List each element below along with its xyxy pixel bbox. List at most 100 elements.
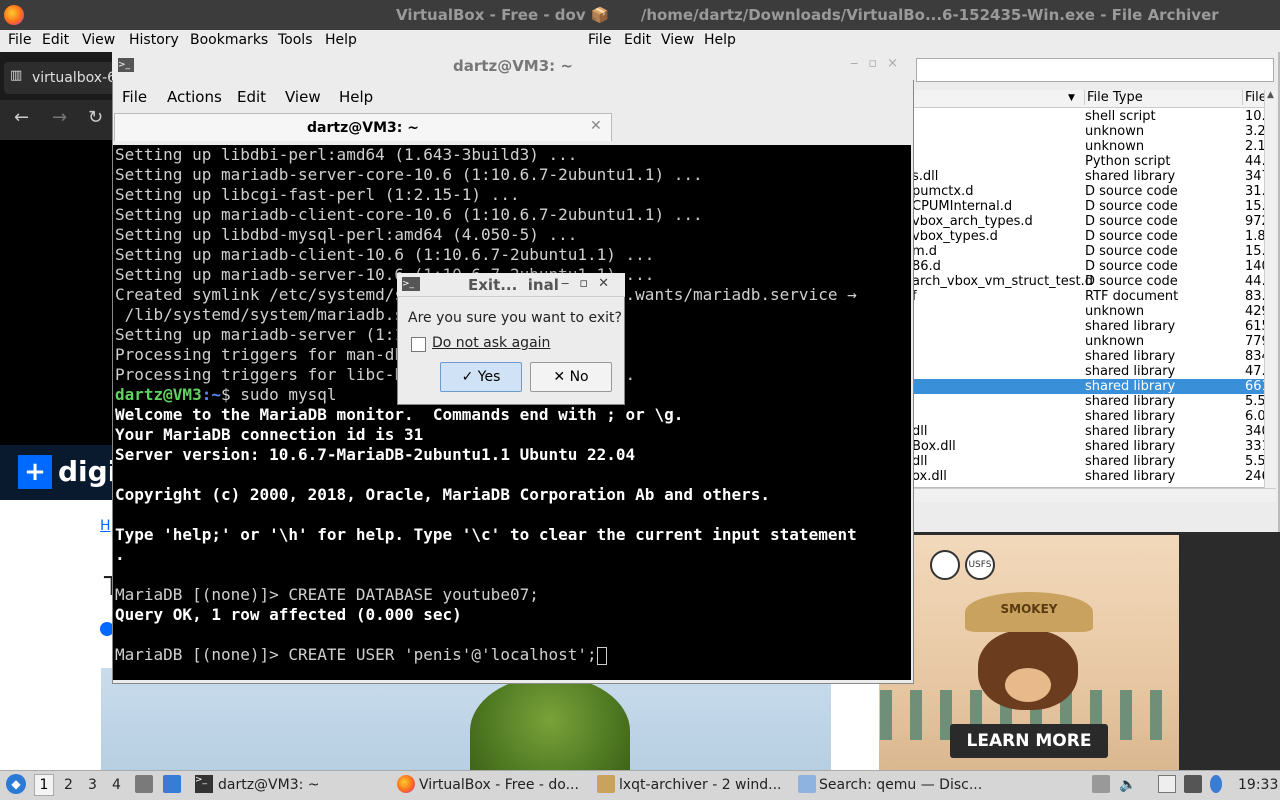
terminal-tab[interactable]: dartz@VM3: ~ bbox=[114, 113, 612, 141]
taskbar-item-search[interactable]: Search: qemu — Disc... bbox=[819, 777, 982, 793]
archiver-menu-edit[interactable]: Edit bbox=[624, 32, 651, 48]
file-type: D source code bbox=[1085, 274, 1178, 289]
archiver-row[interactable]: Box.dll shared library 331 bbox=[912, 439, 1268, 454]
terminal-icon: >_ bbox=[118, 58, 134, 72]
terminal-current-input: MariaDB [(none)]> CREATE USER 'penis'@'l… bbox=[115, 645, 597, 664]
search-icon bbox=[798, 775, 816, 793]
terminal-icon: >_ bbox=[195, 775, 213, 793]
taskbar-item-terminal[interactable]: dartz@VM3: ~ bbox=[218, 777, 320, 793]
clipboard-icon[interactable] bbox=[1158, 775, 1176, 793]
archiver-row[interactable]: arch_vbox_vm_struct_test.d D source code 4… bbox=[912, 274, 1268, 289]
archiver-row[interactable]: unknown 3.2 bbox=[912, 124, 1268, 139]
volume-icon[interactable]: 🔈 bbox=[1119, 777, 1136, 793]
show-desktop-icon[interactable] bbox=[163, 775, 181, 793]
terminal-screen[interactable]: Setting up libdbi-perl:amd64 (1.643-3bui… bbox=[113, 145, 911, 680]
firefox-menu-tools[interactable]: Tools bbox=[278, 32, 313, 48]
file-type: D source code bbox=[1085, 244, 1178, 259]
terminal-line: Setting up mariadb-server-core-10.6 (1:1… bbox=[115, 165, 703, 184]
start-menu-icon[interactable]: ◆ bbox=[6, 774, 26, 794]
notification-icon[interactable] bbox=[1210, 775, 1222, 793]
archiver-row[interactable]: ox.dll shared library 246 bbox=[912, 469, 1268, 484]
reload-icon[interactable]: ↻ bbox=[88, 107, 103, 128]
archiver-row[interactable]: 86.d D source code 140 bbox=[912, 259, 1268, 274]
firefox-menu-file[interactable]: File bbox=[8, 32, 31, 48]
file-type: shared library bbox=[1085, 379, 1176, 394]
archiver-row[interactable]: vbox_types.d D source code 1.8 bbox=[912, 229, 1268, 244]
archiver-menu-help[interactable]: Help bbox=[704, 32, 736, 48]
tab-close-icon[interactable]: ✕ bbox=[590, 118, 602, 134]
dialog-window-controls[interactable]: ‒▫✕ bbox=[561, 276, 619, 291]
archiver-row[interactable]: shared library 5.5 bbox=[912, 394, 1268, 409]
terminal-line: Server version: 10.6.7-MariaDB-2ubuntu1.… bbox=[115, 445, 636, 464]
do-not-ask-checkbox[interactable] bbox=[411, 337, 426, 352]
file-type: RTF document bbox=[1085, 289, 1179, 304]
back-icon[interactable]: ← bbox=[14, 107, 29, 128]
network-icon[interactable] bbox=[1184, 775, 1202, 793]
scroll-up-icon[interactable]: ▲ bbox=[1265, 90, 1276, 100]
archiver-row[interactable]: shared library 661 bbox=[912, 379, 1268, 394]
text-cursor bbox=[596, 646, 607, 665]
do-not-ask-label[interactable]: Do not ask again bbox=[432, 335, 550, 351]
workspace-1[interactable]: 1 bbox=[34, 774, 54, 796]
clock[interactable]: 19:33 bbox=[1238, 777, 1278, 793]
sort-arrow-icon[interactable]: ▼ bbox=[1068, 93, 1075, 103]
archiver-row[interactable]: dll shared library 5.5 bbox=[912, 454, 1268, 469]
file-size: 15. bbox=[1245, 244, 1266, 259]
terminal-menu-view[interactable]: View bbox=[285, 88, 321, 106]
tray-eject-icon[interactable] bbox=[1092, 775, 1110, 793]
file-type: shell script bbox=[1085, 109, 1156, 124]
firefox-tab-label: virtualbox-6 bbox=[32, 70, 114, 86]
terminal-menu-edit[interactable]: Edit bbox=[237, 88, 266, 106]
no-button[interactable]: ✕ No bbox=[530, 362, 612, 392]
file-manager-icon[interactable] bbox=[135, 775, 153, 793]
yes-button[interactable]: ✓ Yes bbox=[440, 362, 522, 392]
archiver-row[interactable]: Python script 44. bbox=[912, 154, 1268, 169]
forward-icon[interactable]: → bbox=[52, 107, 67, 128]
archiver-row[interactable]: shared library 47. bbox=[912, 364, 1268, 379]
firefox-menu-help[interactable]: Help bbox=[325, 32, 357, 48]
terminal-titlebar[interactable]: dartz@VM3: ~ bbox=[112, 52, 914, 80]
firefox-menu-view[interactable]: View bbox=[82, 32, 115, 48]
workspace-2[interactable]: 2 bbox=[64, 777, 73, 793]
archiver-vscrollbar[interactable]: ▲ bbox=[1264, 90, 1276, 488]
archiver-row[interactable]: m.d D source code 15. bbox=[912, 244, 1268, 259]
firefox-menu-history[interactable]: History bbox=[129, 32, 179, 48]
taskbar-item-firefox[interactable]: VirtualBox - Free - do... bbox=[419, 777, 579, 793]
terminal-menu-help[interactable]: Help bbox=[339, 88, 373, 106]
archiver-menu-file[interactable]: File bbox=[588, 32, 611, 48]
terminal-menu-actions[interactable]: Actions bbox=[167, 88, 222, 106]
archiver-row[interactable]: dll shared library 340 bbox=[912, 424, 1268, 439]
archiver-row[interactable]: shared library 615 bbox=[912, 319, 1268, 334]
page-link[interactable]: H bbox=[100, 518, 111, 534]
file-name: ox.dll bbox=[912, 469, 947, 484]
file-size: 83. bbox=[1245, 289, 1266, 304]
workspace-3[interactable]: 3 bbox=[88, 777, 97, 793]
taskbar-item-archiver[interactable]: lxqt-archiver - 2 wind... bbox=[619, 777, 782, 793]
workspace-4[interactable]: 4 bbox=[112, 777, 121, 793]
archiver-row[interactable]: f RTF document 83. bbox=[912, 289, 1268, 304]
archiver-row[interactable]: unknown 779 bbox=[912, 334, 1268, 349]
archiver-list-header: ▼ File Type File bbox=[912, 90, 1268, 108]
archiver-row[interactable]: CPUMInternal.d D source code 15. bbox=[912, 199, 1268, 214]
archiver-menu-view[interactable]: View bbox=[661, 32, 694, 48]
file-type: shared library bbox=[1085, 394, 1176, 409]
window-controls[interactable]: ‒▫× bbox=[850, 56, 908, 71]
archiver-location-field[interactable] bbox=[916, 58, 1274, 82]
archiver-row[interactable]: s.dll shared library 347 bbox=[912, 169, 1268, 184]
firefox-menu-edit[interactable]: Edit bbox=[42, 32, 69, 48]
file-type: shared library bbox=[1085, 409, 1176, 424]
archiver-row[interactable]: shared library 834 bbox=[912, 349, 1268, 364]
learn-more-button[interactable]: LEARN MORE bbox=[950, 724, 1108, 758]
column-file-type[interactable]: File Type bbox=[1084, 90, 1143, 105]
archiver-row[interactable]: shell script 10. bbox=[912, 109, 1268, 124]
firefox-menu-bookmarks[interactable]: Bookmarks bbox=[190, 32, 268, 48]
archiver-row[interactable]: shared library 6.0 bbox=[912, 409, 1268, 424]
archiver-row[interactable]: pumctx.d D source code 31. bbox=[912, 184, 1268, 199]
file-type: shared library bbox=[1085, 364, 1176, 379]
terminal-menu-file[interactable]: File bbox=[122, 88, 147, 106]
archiver-row[interactable]: unknown 429 bbox=[912, 304, 1268, 319]
archiver-row[interactable]: vbox_arch_types.d D source code 972 bbox=[912, 214, 1268, 229]
archiver-row[interactable]: unknown 2.1 bbox=[912, 139, 1268, 154]
terminal-line: Your MariaDB connection id is 31 bbox=[115, 425, 424, 444]
archiver-hscrollbar[interactable] bbox=[912, 488, 1276, 502]
